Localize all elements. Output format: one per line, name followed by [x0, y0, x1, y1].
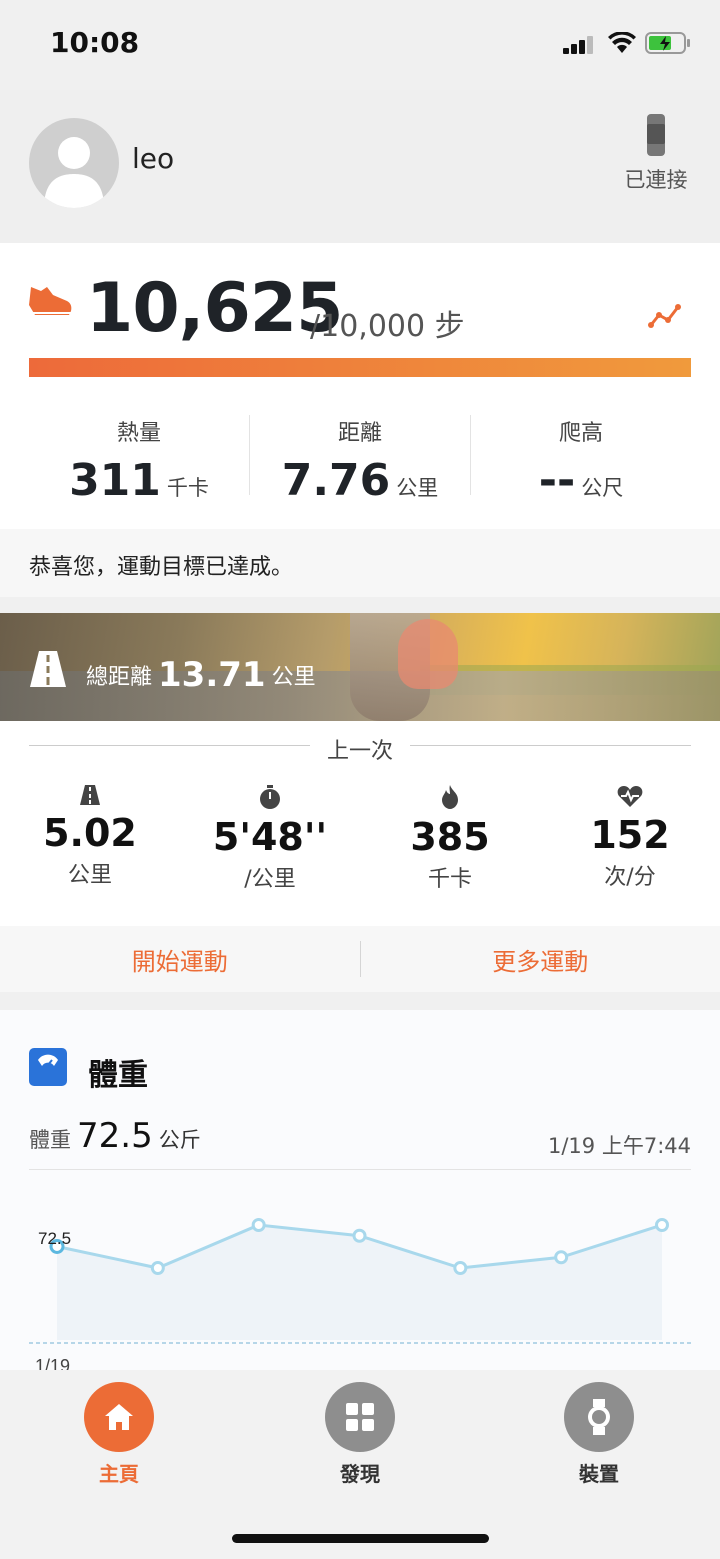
status-bar: 10:08 — [0, 0, 720, 90]
chart-point[interactable] — [554, 1250, 569, 1265]
more-workouts-button[interactable]: 更多運動 — [361, 942, 720, 977]
weight-value: 72.5 — [77, 1116, 153, 1156]
nav-home[interactable]: 主頁 — [69, 1382, 169, 1487]
wifi-icon — [608, 32, 636, 53]
workout-unit: /公里 — [244, 867, 296, 892]
nav-home-circle — [84, 1382, 154, 1452]
nav-discover-circle — [325, 1382, 395, 1452]
total-distance-value: 13.71 — [158, 655, 266, 695]
chart-point[interactable] — [655, 1218, 669, 1232]
steps-count: 10,625 — [86, 269, 343, 348]
total-distance-text: 總距離 13.71 公里 — [86, 653, 316, 695]
start-workout-button[interactable]: 開始運動 — [0, 942, 360, 977]
steps-progress-fill — [29, 358, 691, 377]
nav-device[interactable]: 裝置 — [549, 1382, 649, 1487]
watch-icon — [588, 1399, 610, 1435]
stopwatch-icon — [260, 785, 280, 809]
signal-icon — [563, 34, 599, 54]
weight-date: 1/19 上午7:44 — [548, 1134, 691, 1158]
total-distance-unit: 公里 — [271, 665, 316, 690]
workout-actions: 開始運動 更多運動 — [0, 926, 720, 992]
weight-label: 體重 — [29, 1128, 71, 1152]
total-distance-banner[interactable]: 總距離 13.71 公里 — [0, 613, 720, 721]
home-icon — [105, 1404, 133, 1430]
band-device-icon — [647, 114, 665, 156]
heart-rate-icon — [617, 786, 643, 807]
chart-point[interactable] — [150, 1261, 165, 1275]
workout-value: 5'48'' — [212, 815, 328, 859]
workout-heart-rate: 152 次/分 — [540, 785, 720, 893]
profile-header: leo 已連接 — [0, 90, 720, 243]
nav-device-circle — [564, 1382, 634, 1452]
steps-progress-bar — [29, 358, 691, 377]
elevation-stat: 爬高 -- 公尺 — [470, 415, 691, 506]
home-indicator — [232, 1534, 489, 1543]
workout-unit: 次/分 — [604, 865, 656, 890]
last-workout-title: 上一次 — [310, 733, 410, 765]
stat-value: 311 — [69, 455, 161, 506]
grid-icon — [346, 1403, 374, 1431]
calories-stat: 熱量 311 千卡 — [29, 415, 249, 506]
stat-unit: 千卡 — [166, 476, 209, 500]
weight-unit: 公斤 — [158, 1128, 201, 1152]
nav-discover[interactable]: 發現 — [310, 1382, 410, 1487]
workout-value: 152 — [590, 813, 670, 857]
distance-stat: 距離 7.76 公里 — [249, 415, 470, 506]
weight-title: 體重 — [88, 1058, 148, 1093]
last-workout-stats: 5.02 公里 5'48'' /公里 385 千卡 152 次/分 — [0, 785, 720, 893]
steps-goal: /10,000 步 — [310, 309, 465, 344]
last-workout-section[interactable]: 上一次 5.02 公里 5'48'' /公里 385 千卡 152 次/分 — [0, 721, 720, 926]
workout-value: 5.02 — [43, 811, 137, 855]
banner-sneaker — [398, 619, 458, 689]
workout-calories: 385 千卡 — [360, 785, 540, 893]
avatar[interactable] — [29, 118, 119, 208]
workout-unit: 公里 — [67, 863, 112, 888]
shoe-icon — [29, 287, 72, 315]
road-icon — [30, 651, 66, 687]
chart-point[interactable] — [251, 1218, 266, 1232]
status-time: 10:08 — [50, 26, 140, 59]
workout-value: 385 — [410, 815, 490, 859]
stat-unit: 公尺 — [581, 476, 624, 500]
nav-label: 發現 — [340, 1462, 380, 1486]
steps-card[interactable]: 10,625 /10,000 步 熱量 311 千卡 距離 7.76 公里 爬高 -… — [0, 243, 720, 529]
weight-summary: 體重 72.5 公斤 1/19 上午7:44 — [29, 1116, 691, 1170]
weight-card[interactable]: 體重 體重 72.5 公斤 1/19 上午7:44 72.5 1/19 — [0, 1010, 720, 1376]
workout-distance: 5.02 公里 — [0, 785, 180, 893]
total-distance-label: 總距離 — [86, 665, 153, 690]
nav-label: 主頁 — [99, 1462, 139, 1486]
flame-icon — [442, 785, 458, 809]
username: leo — [132, 142, 175, 175]
stat-label: 爬高 — [558, 421, 603, 446]
workout-pace: 5'48'' /公里 — [180, 785, 360, 893]
scale-icon — [29, 1048, 67, 1086]
nav-label: 裝置 — [579, 1462, 619, 1486]
device-status[interactable]: 已連接 — [621, 114, 691, 194]
stat-unit: 公里 — [396, 476, 439, 500]
stat-value: 7.76 — [281, 455, 391, 506]
battery-icon — [645, 32, 690, 54]
device-status-label: 已連接 — [624, 168, 688, 192]
road-icon — [80, 785, 100, 805]
workout-unit: 千卡 — [427, 867, 472, 892]
trend-chart-icon[interactable] — [648, 303, 682, 329]
goal-achieved-message: 恭喜您，運動目標已達成。 — [0, 529, 720, 597]
stat-value: -- — [538, 455, 576, 506]
chart-point[interactable] — [352, 1228, 367, 1243]
chart-point-label: 72.5 — [38, 1229, 71, 1248]
chart-point[interactable] — [453, 1261, 468, 1275]
bottom-nav: 主頁 發現 裝置 — [0, 1370, 720, 1559]
stat-label: 距離 — [337, 421, 382, 446]
weight-chart: 72.5 1/19 — [29, 1218, 691, 1376]
stat-label: 熱量 — [116, 421, 161, 446]
daily-stats: 熱量 311 千卡 距離 7.76 公里 爬高 -- 公尺 — [29, 415, 691, 506]
user-silhouette-icon — [44, 137, 104, 208]
